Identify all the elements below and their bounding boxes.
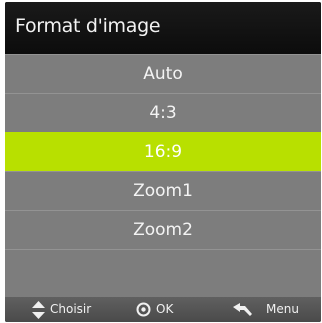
option-auto[interactable]: Auto: [5, 54, 321, 93]
option-16-9[interactable]: 16:9: [5, 132, 321, 171]
picture-format-menu: Format d'image Auto 4:3 16:9 Zoom1 Zoom2…: [5, 2, 321, 322]
ok-circle-icon: [136, 302, 151, 317]
menu-title: Format d'image: [15, 15, 161, 37]
option-4-3[interactable]: 4:3: [5, 93, 321, 132]
hint-choose-label: Choisir: [50, 302, 92, 316]
hint-ok-label: OK: [156, 302, 174, 316]
title-bar: Format d'image: [5, 2, 321, 54]
option-zoom1[interactable]: Zoom1: [5, 171, 321, 210]
up-down-arrows-icon: [32, 300, 45, 319]
back-arrow-icon: [233, 302, 252, 316]
option-zoom2[interactable]: Zoom2: [5, 210, 321, 249]
screen: Format d'image Auto 4:3 16:9 Zoom1 Zoom2…: [0, 0, 322, 323]
hint-menu-label: Menu: [266, 302, 299, 316]
hint-ok: OK: [136, 297, 173, 322]
hint-menu: Menu: [233, 297, 299, 322]
hint-choose: Choisir: [32, 297, 91, 322]
footer-hints: Choisir OK Menu: [5, 297, 321, 322]
empty-row: [5, 249, 321, 292]
format-options-list: Auto 4:3 16:9 Zoom1 Zoom2: [5, 54, 321, 297]
